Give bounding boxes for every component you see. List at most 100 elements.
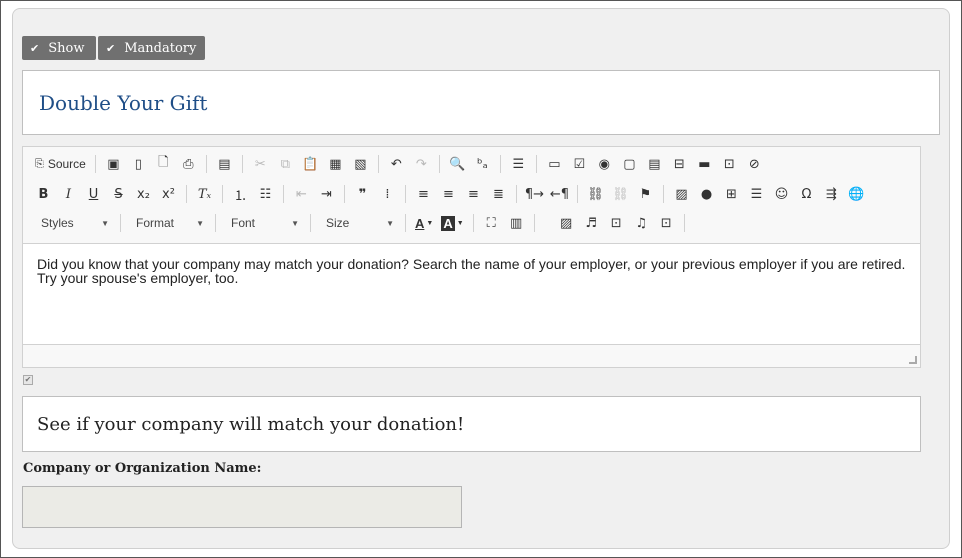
paste-icon[interactable]: 📋 — [298, 153, 323, 175]
div-container-icon[interactable]: ⁞ — [375, 183, 400, 205]
smiley-icon[interactable]: ☺ — [769, 183, 794, 205]
cut-icon[interactable]: ✂ — [248, 153, 273, 175]
toolbar-separator — [535, 155, 537, 173]
checkbox-icon[interactable]: ☑ — [567, 153, 592, 175]
align-right-icon[interactable]: ≡ — [461, 183, 486, 205]
toolbar-separator — [344, 185, 345, 203]
toolbar-row-2: B I U S x₂ x² Tₓ ⒈ ☷ ⇤ ⇥ ❞ ⁞ ≡ ≡ ≡ ≣ ¶→ … — [31, 183, 869, 205]
toolbar-separator — [683, 214, 685, 232]
toolbar-separator — [222, 185, 223, 203]
italic-icon[interactable]: I — [56, 183, 81, 205]
show-toggle-button[interactable]: ✔ Show — [22, 36, 96, 60]
styles-dropdown[interactable]: Styles ▼ — [31, 212, 115, 234]
select-field-icon[interactable]: ⊟ — [667, 153, 692, 175]
align-center-icon[interactable]: ≡ — [436, 183, 461, 205]
visibility-checkbox[interactable]: ✔ — [23, 375, 33, 385]
bold-icon[interactable]: B — [31, 183, 56, 205]
radio-icon[interactable]: ◉ — [592, 153, 617, 175]
toolbar-separator — [186, 185, 187, 203]
toolbar-separator — [472, 214, 474, 232]
undo-icon[interactable]: ↶ — [384, 153, 409, 175]
text-color-icon: A — [415, 215, 425, 231]
toolbar-separator — [533, 214, 535, 232]
form-icon[interactable]: ▭ — [542, 153, 567, 175]
chevron-down-icon: ▼ — [456, 219, 464, 227]
horizontal-line-icon[interactable]: ☰ — [744, 183, 769, 205]
print-icon[interactable]: ⎙ — [176, 153, 201, 175]
find-icon[interactable]: 🔍 — [445, 153, 470, 175]
show-blocks-icon[interactable]: ▥ — [504, 212, 529, 234]
chevron-down-icon: ▼ — [196, 218, 204, 228]
format-label: Format — [136, 216, 175, 230]
blockquote-icon[interactable]: ❞ — [350, 183, 375, 205]
source-button[interactable]: ⎘ Source — [31, 153, 90, 175]
toolbar-separator — [405, 214, 406, 232]
font-label: Font — [231, 216, 256, 230]
iframe-icon[interactable]: 🌐 — [844, 183, 869, 205]
company-name-input[interactable] — [22, 486, 462, 528]
insert-image-icon[interactable]: ▨ — [554, 212, 579, 234]
size-dropdown[interactable]: Size ▼ — [316, 212, 400, 234]
table-icon[interactable]: ⊞ — [719, 183, 744, 205]
copy-icon[interactable]: ⧉ — [273, 153, 298, 175]
rtl-icon[interactable]: ←¶ — [547, 183, 572, 205]
chevron-down-icon: ▼ — [386, 218, 394, 228]
video-icon[interactable]: ⊡ — [604, 212, 629, 234]
select-all-icon[interactable]: ☰ — [506, 153, 531, 175]
numbered-list-icon[interactable]: ⒈ — [228, 183, 253, 205]
text-field-icon[interactable]: ▢ — [617, 153, 642, 175]
font-dropdown[interactable]: Font ▼ — [221, 212, 305, 234]
text-color-button[interactable]: A ▼ — [411, 212, 437, 234]
ltr-icon[interactable]: ¶→ — [522, 183, 547, 205]
title-field[interactable]: Double Your Gift — [22, 70, 940, 135]
audio-icon[interactable]: ♬ — [579, 212, 604, 234]
source-label: Source — [47, 157, 86, 171]
toolbar-row-1: ⎘ Source ▣ ▯ 🗋 ⎙ ▤ ✂ ⧉ 📋 ▦ ▧ ↶ ↷ 🔍 ᵇₐ ☰ ▭… — [31, 153, 767, 175]
underline-icon[interactable]: U — [81, 183, 106, 205]
format-dropdown[interactable]: Format ▼ — [126, 212, 210, 234]
editor-content-area[interactable]: Did you know that your company may match… — [23, 243, 920, 345]
paste-text-icon[interactable]: ▦ — [323, 153, 348, 175]
editor-toolbar: ⎘ Source ▣ ▯ 🗋 ⎙ ▤ ✂ ⧉ 📋 ▦ ▧ ↶ ↷ 🔍 ᵇₐ ☰ ▭… — [23, 147, 920, 243]
special-char-icon[interactable]: Ω — [794, 183, 819, 205]
save-icon[interactable]: ▣ — [101, 153, 126, 175]
strikethrough-icon[interactable]: S — [106, 183, 131, 205]
new-page-icon[interactable]: ▯ — [126, 153, 151, 175]
templates-icon[interactable]: ▤ — [212, 153, 237, 175]
chevron-down-icon: ▼ — [426, 219, 434, 227]
anchor-icon[interactable]: ⚑ — [633, 183, 658, 205]
toolbar-separator — [577, 185, 578, 203]
image-button-icon[interactable]: ⊡ — [717, 153, 742, 175]
audio-icon[interactable]: ♫ — [629, 212, 654, 234]
video-icon[interactable]: ⊡ — [654, 212, 679, 234]
hidden-field-icon[interactable]: ⊘ — [742, 153, 767, 175]
subscript-icon[interactable]: x₂ — [131, 183, 156, 205]
outdent-icon[interactable]: ⇤ — [289, 183, 314, 205]
heading-field[interactable]: See if your company will match your dona… — [22, 396, 921, 452]
justify-icon[interactable]: ≣ — [486, 183, 511, 205]
align-left-icon[interactable]: ≡ — [411, 183, 436, 205]
superscript-icon[interactable]: x² — [156, 183, 181, 205]
paste-word-icon[interactable]: ▧ — [348, 153, 373, 175]
redo-icon[interactable]: ↷ — [409, 153, 434, 175]
replace-icon[interactable]: ᵇₐ — [470, 153, 495, 175]
page-break-icon[interactable]: ⇶ — [819, 183, 844, 205]
checkmark-icon: ✔ — [106, 41, 116, 55]
bulleted-list-icon[interactable]: ☷ — [253, 183, 278, 205]
textarea-icon[interactable]: ▤ — [642, 153, 667, 175]
toolbar-separator — [283, 185, 284, 203]
remove-format-icon[interactable]: Tₓ — [192, 183, 217, 205]
link-icon[interactable]: ⛓ — [583, 183, 608, 205]
preview-icon[interactable]: 🗋 — [151, 153, 176, 175]
toolbar-separator — [120, 214, 121, 232]
maximize-icon[interactable]: ⛶ — [479, 212, 504, 234]
bg-color-button[interactable]: A ▼ — [437, 212, 467, 234]
flash-icon[interactable]: ● — [694, 183, 719, 205]
button-icon[interactable]: ▬ — [692, 153, 717, 175]
image-icon[interactable]: ▨ — [669, 183, 694, 205]
toolbar-separator — [438, 155, 440, 173]
resize-handle-icon[interactable] — [909, 356, 917, 364]
mandatory-toggle-button[interactable]: ✔ Mandatory — [98, 36, 205, 60]
indent-icon[interactable]: ⇥ — [314, 183, 339, 205]
unlink-icon[interactable]: ⛓ — [608, 183, 633, 205]
